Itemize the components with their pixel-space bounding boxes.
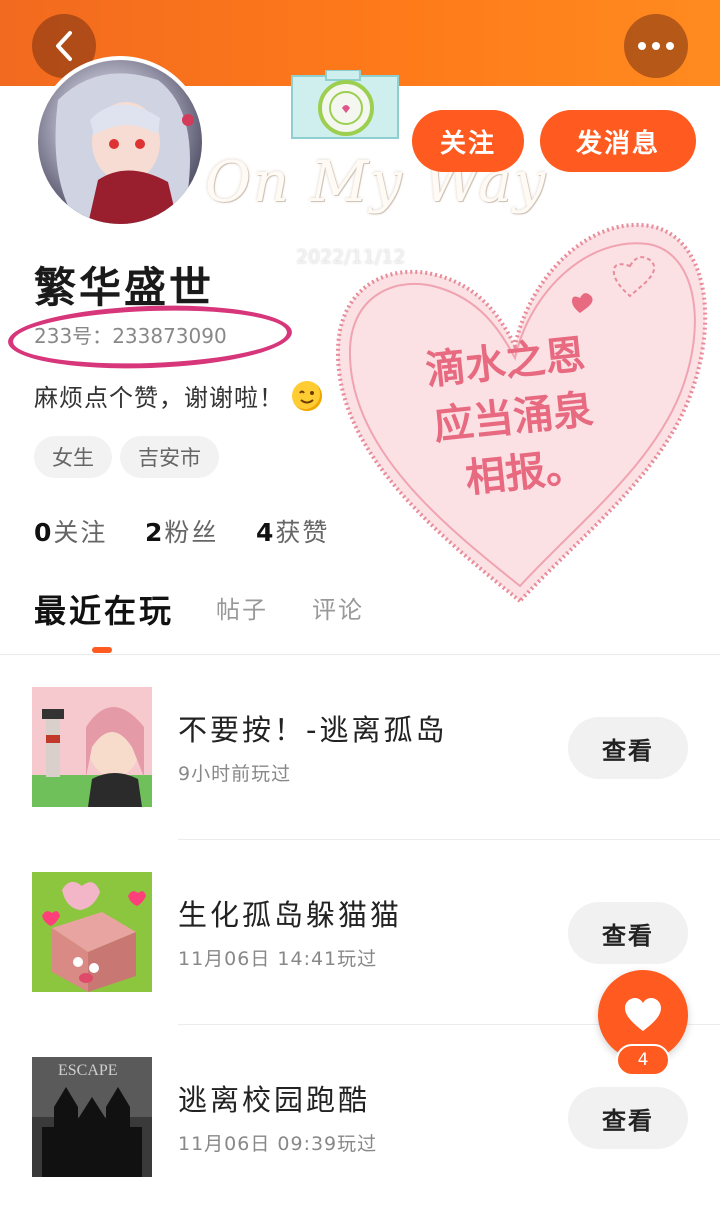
tab-comments[interactable]: 评论 xyxy=(312,590,364,625)
likes-label: 获赞 xyxy=(275,518,330,547)
escape-logo-text: ESCAPE xyxy=(58,1062,118,1079)
user-id-value: 233873090 xyxy=(112,324,227,348)
game-thumbnail[interactable] xyxy=(32,872,152,992)
game-title: 生化孤岛躲猫猫 xyxy=(178,898,403,932)
game-title: 逃离校园跑酷 xyxy=(178,1083,371,1117)
avatar-illustration xyxy=(55,73,194,224)
likes-count: 4 xyxy=(256,518,274,547)
more-button[interactable] xyxy=(624,14,688,78)
camera-sticker xyxy=(291,70,399,139)
user-id: 233号：233873090 xyxy=(34,320,227,349)
follow-button[interactable]: 关注 xyxy=(412,110,524,172)
wink-emoji-icon xyxy=(292,380,322,411)
stat-following[interactable]: 0关注 xyxy=(34,513,107,549)
game-last-played: 11月06日 14:41玩过 xyxy=(178,948,378,970)
fans-label: 粉丝 xyxy=(164,518,219,547)
game-last-played: 9小时前玩过 xyxy=(178,763,292,785)
view-button[interactable]: 查看 xyxy=(568,902,688,964)
fans-count: 2 xyxy=(145,518,163,547)
avatar[interactable] xyxy=(34,56,206,228)
tab-active-indicator xyxy=(92,647,112,653)
heart-icon xyxy=(625,998,661,1031)
user-id-label: 233号： xyxy=(34,324,113,348)
chevron-left-icon xyxy=(56,31,72,61)
more-dots-icon xyxy=(638,42,674,50)
stat-likes[interactable]: 4获赞 xyxy=(256,513,329,549)
tag-gender: 女生 xyxy=(34,436,112,478)
game-list-item[interactable]: 不要按！-逃离孤岛 9小时前玩过 查看 xyxy=(0,655,720,840)
game-title: 不要按！-逃离孤岛 xyxy=(178,713,448,747)
game-thumbnail[interactable] xyxy=(32,687,152,807)
game-thumbnail[interactable]: ESCAPE xyxy=(32,1057,152,1177)
following-label: 关注 xyxy=(53,518,108,547)
view-button[interactable]: 查看 xyxy=(568,717,688,779)
tab-recently-played[interactable]: 最近在玩 xyxy=(34,586,174,632)
send-message-button[interactable]: 发消息 xyxy=(540,110,696,172)
like-count-badge: 4 xyxy=(616,1044,670,1076)
tab-posts[interactable]: 帖子 xyxy=(216,590,268,625)
bio-text: 麻烦点个赞，谢谢啦！ xyxy=(34,384,284,412)
bio: 麻烦点个赞，谢谢啦！ xyxy=(34,378,322,413)
tag-city: 吉安市 xyxy=(120,436,219,478)
following-count: 0 xyxy=(34,518,52,547)
game-last-played: 11月06日 09:39玩过 xyxy=(178,1133,378,1155)
view-button[interactable]: 查看 xyxy=(568,1087,688,1149)
stat-fans[interactable]: 2粉丝 xyxy=(145,513,218,549)
game-list-item[interactable]: ESCAPE 逃离校园跑酷 11月06日 09:39玩过 查看 xyxy=(0,1025,720,1210)
